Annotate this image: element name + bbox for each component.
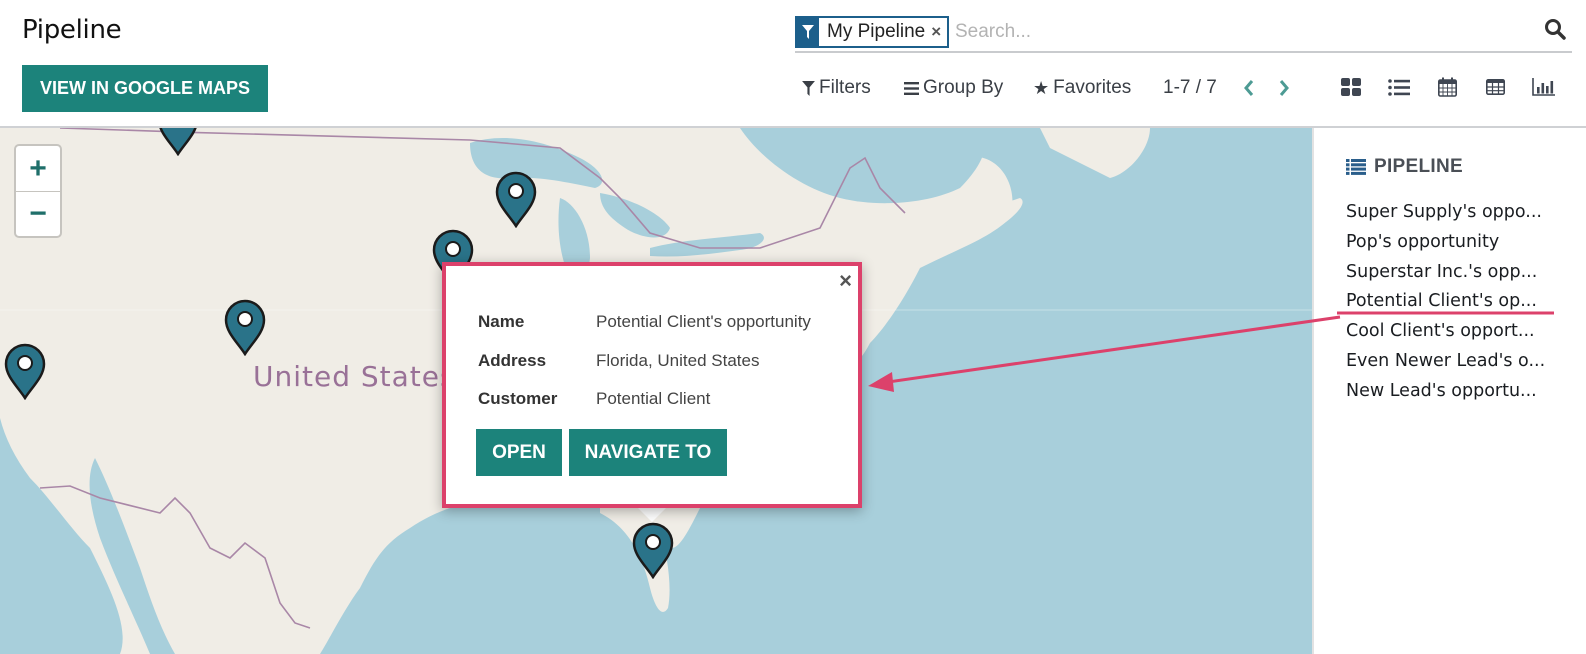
map-zoom-control: + −	[14, 144, 62, 238]
pager-value[interactable]: 1-7 / 7	[1163, 77, 1217, 99]
pin-list-item-highlighted[interactable]: Potential Client's op...	[1346, 287, 1545, 317]
popup-tail	[638, 508, 666, 522]
pager: 1-7 / 7	[1163, 72, 1217, 104]
kanban-icon	[1341, 78, 1361, 96]
popup-field-name: Name Potential Client's opportunity	[478, 312, 811, 332]
sidebar-title: PIPELINE	[1374, 156, 1463, 177]
favorites-label: Favorites	[1053, 77, 1132, 98]
map-marker[interactable]	[223, 298, 267, 357]
filter-icon	[802, 80, 815, 96]
map-marker[interactable]	[156, 128, 200, 157]
field-value: Potential Client	[596, 389, 711, 408]
pin-list: Super Supply's oppo... Pop's opportunity…	[1346, 198, 1545, 407]
newfoundland	[1040, 128, 1150, 178]
star-icon: ★	[1033, 77, 1050, 98]
search-icon[interactable]	[1544, 18, 1570, 44]
field-label: Address	[478, 351, 547, 370]
pivot-view-button[interactable]	[1483, 76, 1507, 98]
field-value: Florida, United States	[596, 351, 760, 370]
calendar-view-button[interactable]	[1435, 76, 1459, 98]
chevron-left-icon	[1244, 80, 1254, 96]
kanban-view-button[interactable]	[1339, 76, 1363, 98]
chevron-right-icon	[1279, 80, 1289, 96]
control-panel: Pipeline VIEW IN GOOGLE MAPS My Pipeline…	[0, 0, 1586, 128]
facet-label: My Pipeline	[827, 21, 926, 42]
close-icon[interactable]: ×	[839, 268, 852, 294]
pin-list-item[interactable]: Cool Client's opport...	[1346, 317, 1545, 347]
pin-list-item[interactable]: Superstar Inc.'s opp...	[1346, 258, 1545, 288]
search-input[interactable]	[955, 18, 1515, 46]
view-in-google-maps-button[interactable]: VIEW IN GOOGLE MAPS	[22, 65, 268, 112]
pin-list-item[interactable]: Pop's opportunity	[1346, 228, 1545, 258]
field-value: Potential Client's opportunity	[596, 312, 811, 331]
table-icon	[1485, 79, 1505, 95]
facet-remove-icon[interactable]: ×	[931, 18, 947, 46]
marker-popup: × Name Potential Client's opportunity Ad…	[442, 262, 862, 508]
popup-field-address: Address Florida, United States	[478, 351, 759, 371]
filters-button[interactable]: Filters	[802, 72, 871, 104]
zoom-in-button[interactable]: +	[16, 146, 60, 191]
page-title: Pipeline	[22, 15, 122, 45]
list-icon	[1388, 78, 1410, 96]
group-by-label: Group By	[923, 77, 1004, 98]
list-icon	[1346, 159, 1366, 175]
group-by-button[interactable]: Group By	[904, 72, 1003, 104]
map-marker[interactable]	[3, 342, 47, 401]
navigate-to-button[interactable]: NAVIGATE TO	[569, 429, 727, 476]
filters-label: Filters	[819, 77, 871, 98]
map-marker[interactable]	[494, 170, 538, 229]
favorites-button[interactable]: ★ Favorites	[1033, 72, 1131, 104]
sidebar-header: PIPELINE	[1346, 156, 1463, 178]
field-label: Customer	[478, 389, 558, 408]
popup-field-customer: Customer Potential Client	[478, 389, 710, 409]
pin-list-item[interactable]: New Lead's opportu...	[1346, 377, 1545, 407]
graph-view-button[interactable]	[1531, 76, 1555, 98]
filter-icon	[797, 18, 819, 46]
calendar-icon	[1437, 77, 1457, 97]
map-marker-selected[interactable]	[631, 521, 675, 580]
pin-list-sidebar: PIPELINE Super Supply's oppo... Pop's op…	[1312, 128, 1586, 654]
bar-chart-icon	[1531, 78, 1555, 96]
list-view-button[interactable]	[1387, 76, 1411, 98]
pager-next-button[interactable]	[1278, 72, 1290, 104]
search-bar: My Pipeline ×	[795, 16, 1572, 53]
field-label: Name	[478, 312, 525, 331]
search-facet-my-pipeline: My Pipeline ×	[795, 16, 950, 48]
zoom-out-button[interactable]: −	[16, 191, 60, 236]
open-button[interactable]: OPEN	[476, 429, 562, 476]
country-label-us: United States	[253, 360, 456, 393]
pin-list-item[interactable]: Super Supply's oppo...	[1346, 198, 1545, 228]
pin-list-item[interactable]: Even Newer Lead's o...	[1346, 347, 1545, 377]
pager-previous-button[interactable]	[1243, 72, 1255, 104]
bars-icon	[904, 81, 919, 95]
